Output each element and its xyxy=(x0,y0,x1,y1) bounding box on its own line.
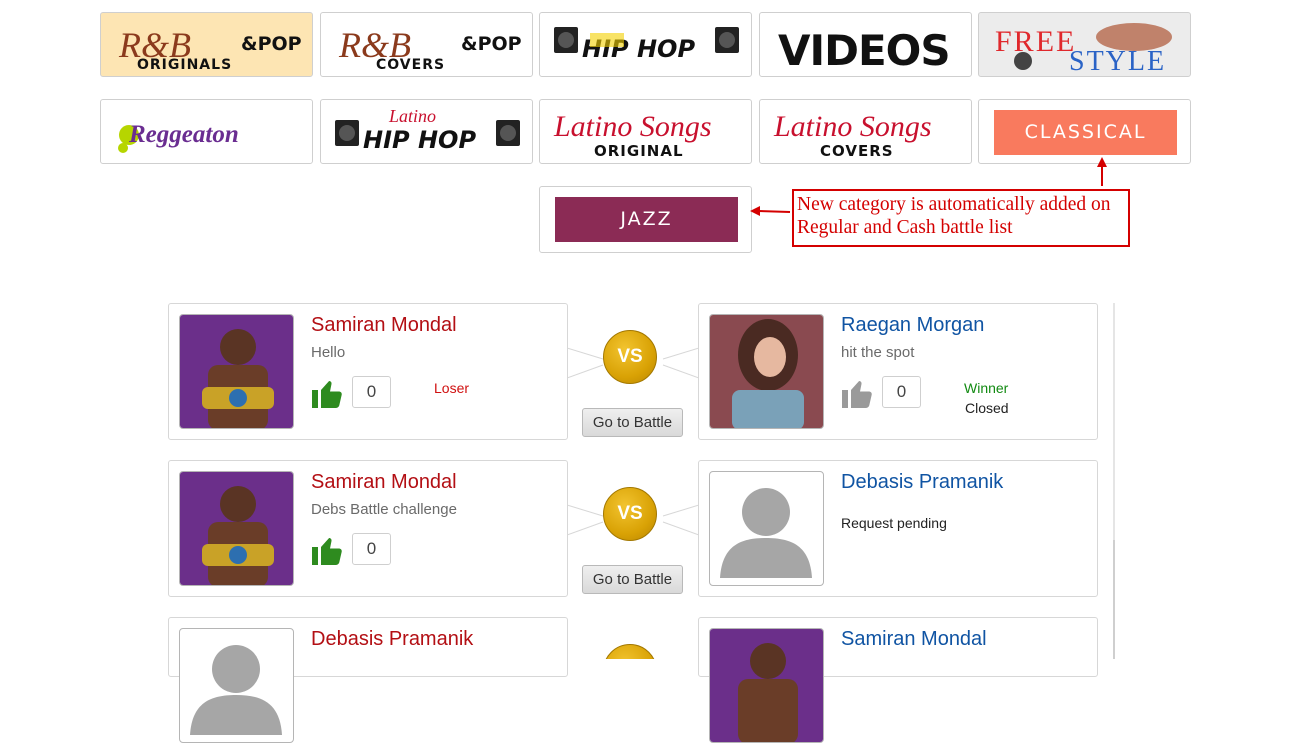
reggeaton-text: Reggeaton xyxy=(128,121,239,148)
wrestler-photo xyxy=(710,629,823,742)
scroll-thumb[interactable] xyxy=(1113,540,1115,659)
covers-text: COVERS xyxy=(820,142,894,160)
battle-1-left-card: Samiran Mondal Hello 0 Loser xyxy=(168,303,568,440)
vs-badge: VS xyxy=(603,644,657,659)
battle-1-vs-area: VS Go to Battle xyxy=(567,303,699,440)
battle-3-vs-area: VS xyxy=(567,617,699,659)
girl-photo xyxy=(710,315,823,428)
battle-2-right-card: Debasis Pramanik Request pending xyxy=(698,460,1098,597)
category-latino-songs-covers[interactable]: Latino Songs COVERS xyxy=(759,99,972,164)
category-latino-songs-original[interactable]: Latino Songs ORIGINAL xyxy=(539,99,752,164)
latino-songs-script: Latino Songs xyxy=(773,110,932,143)
like-count: 0 xyxy=(882,376,921,408)
classical-bar: CLASSICAL xyxy=(994,110,1177,155)
avatar[interactable] xyxy=(179,628,294,743)
like-count: 0 xyxy=(352,376,391,408)
category-latino-hip-hop[interactable]: Latino HIP HOP xyxy=(320,99,533,164)
avatar[interactable] xyxy=(709,314,824,429)
rnb-pop-originals-logo: R&B &POP ORIGINALS xyxy=(118,25,302,73)
vs-badge: VS xyxy=(603,487,657,541)
originals-text: ORIGINALS xyxy=(137,57,232,73)
player-name[interactable]: Raegan Morgan xyxy=(841,314,984,337)
go-to-battle-button[interactable]: Go to Battle xyxy=(582,408,683,437)
user-silhouette-icon xyxy=(190,645,282,735)
battle-2-vs-area: VS Go to Battle xyxy=(567,460,699,597)
request-status: Request pending xyxy=(841,515,947,531)
covers-text: COVERS xyxy=(376,57,445,73)
category-free-style[interactable]: FREE STYLE xyxy=(978,12,1191,77)
thumbs-up-icon[interactable] xyxy=(309,532,345,568)
player-name[interactable]: Debasis Pramanik xyxy=(311,628,473,651)
wrestler-photo xyxy=(180,315,293,428)
player-name[interactable]: Samiran Mondal xyxy=(311,314,457,337)
battle-2-left-card: Samiran Mondal Debs Battle challenge 0 xyxy=(168,460,568,597)
category-rnb-pop-originals[interactable]: R&B &POP ORIGINALS xyxy=(100,12,313,77)
hip-hop-logo: HIP HOP xyxy=(554,27,739,63)
latino-songs-original-logo: Latino Songs ORIGINAL xyxy=(553,110,712,160)
videos-logo: VIDEOS xyxy=(778,26,951,75)
player-name[interactable]: Samiran Mondal xyxy=(311,471,457,494)
battle-3-right-card: Samiran Mondal xyxy=(698,617,1098,743)
amp-pop-text: &POP xyxy=(241,33,302,55)
latino-songs-covers-logo: Latino Songs COVERS xyxy=(773,110,932,160)
category-videos[interactable]: VIDEOS xyxy=(759,12,972,77)
user-silhouette-icon xyxy=(720,488,812,578)
player-name[interactable]: Debasis Pramanik xyxy=(841,471,1003,494)
style-text: STYLE xyxy=(1069,46,1166,77)
battle-message: Debs Battle challenge xyxy=(311,501,457,518)
original-text: ORIGINAL xyxy=(594,142,684,160)
jazz-bar: JAZZ xyxy=(555,197,738,242)
battle-message: hit the spot xyxy=(841,344,915,361)
reggeaton-logo: Reggeaton xyxy=(118,121,239,153)
battle-3-left-card: Debasis Pramanik xyxy=(168,617,568,743)
category-jazz[interactable]: JAZZ xyxy=(539,186,752,253)
go-to-battle-button[interactable]: Go to Battle xyxy=(582,565,683,594)
avatar[interactable] xyxy=(179,314,294,429)
free-style-logo: FREE STYLE xyxy=(995,23,1172,77)
vs-badge: VS xyxy=(603,330,657,384)
latino-songs-script: Latino Songs xyxy=(553,110,712,143)
like-count: 0 xyxy=(352,533,391,565)
latino-hip-hop-logo: Latino HIP HOP xyxy=(335,106,520,154)
free-text: FREE xyxy=(995,25,1076,58)
annotation-note: New category is automatically added on R… xyxy=(792,189,1130,247)
category-classical[interactable]: CLASSICAL xyxy=(978,99,1191,164)
battle-1-right-card: Raegan Morgan hit the spot 0 Winner Clos… xyxy=(698,303,1098,440)
result-label: Winner xyxy=(964,380,1009,396)
category-hip-hop[interactable]: HIP HOP xyxy=(539,12,752,77)
battle-state: Closed xyxy=(965,400,1009,416)
latino-script: Latino xyxy=(388,106,436,126)
avatar[interactable] xyxy=(709,471,824,586)
hip-hop-text: HIP HOP xyxy=(363,126,476,154)
result-label: Loser xyxy=(434,380,470,396)
avatar[interactable] xyxy=(709,628,824,743)
category-rnb-pop-covers[interactable]: R&B &POP COVERS xyxy=(320,12,533,77)
player-name[interactable]: Samiran Mondal xyxy=(841,628,987,651)
amp-pop-text: &POP xyxy=(461,33,522,55)
category-reggeaton[interactable]: Reggeaton xyxy=(100,99,313,164)
wrestler-photo xyxy=(180,472,293,585)
thumbs-up-icon[interactable] xyxy=(309,375,345,411)
avatar[interactable] xyxy=(179,471,294,586)
videos-text: VIDEOS xyxy=(778,26,950,75)
rnb-pop-covers-logo: R&B &POP COVERS xyxy=(338,25,522,73)
battle-message: Hello xyxy=(311,344,346,361)
thumbs-up-icon[interactable] xyxy=(839,375,875,411)
